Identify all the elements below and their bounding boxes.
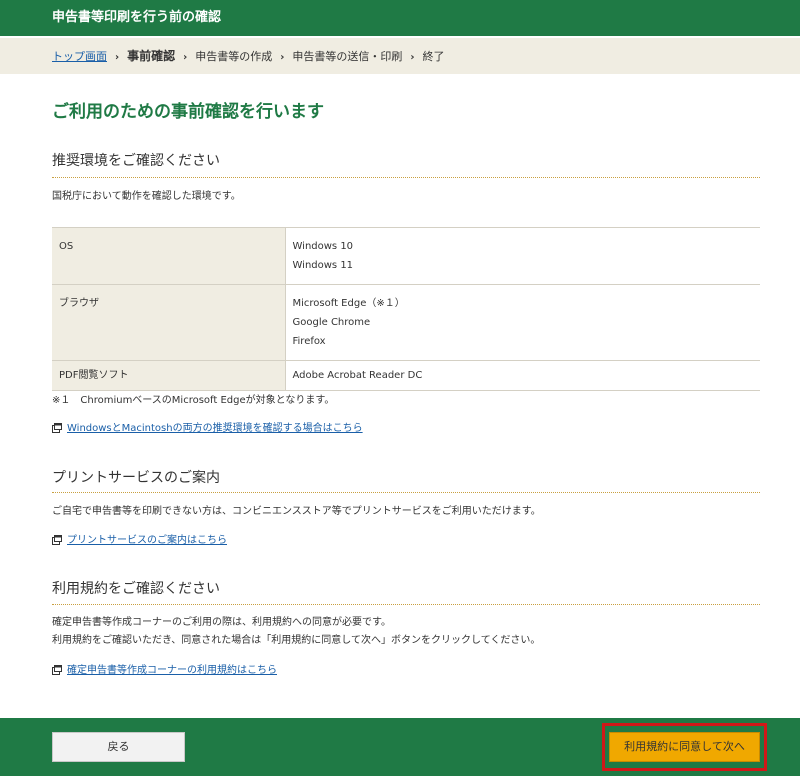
new-window-icon <box>52 535 62 545</box>
env-key-browser: ブラウザ <box>52 284 286 361</box>
page-header-title: 申告書等印刷を行う前の確認 <box>52 10 222 25</box>
breadcrumb: トップ画面 › 事前確認 › 申告書等の作成 › 申告書等の送信・印刷 › 終了 <box>0 38 800 74</box>
terms-link-row: 確定申告書等作成コーナーの利用規約はこちら <box>52 664 277 678</box>
env-intro: 国税庁において動作を確認した環境です。 <box>52 191 241 202</box>
table-row: PDF閲覧ソフト Adobe Acrobat Reader DC <box>52 360 760 391</box>
env-key-pdf: PDF閲覧ソフト <box>52 360 286 391</box>
env-heading: 推奨環境をご確認ください <box>52 153 220 169</box>
header-bar: 申告書等印刷を行う前の確認 <box>0 0 800 36</box>
env-divider <box>52 177 760 178</box>
breadcrumb-step-create: 申告書等の作成 <box>195 50 273 63</box>
agree-next-button[interactable]: 利用規約に同意して次へ <box>609 732 760 762</box>
env-value-line: Firefox <box>292 336 326 347</box>
breadcrumb-separator: › <box>183 52 188 63</box>
terms-heading: 利用規約をご確認ください <box>52 581 220 597</box>
env-value-pdf: Adobe Acrobat Reader DC <box>285 360 760 391</box>
new-window-icon <box>52 665 62 675</box>
env-both-os-link[interactable]: WindowsとMacintoshの両方の推奨環境を確認する場合はこちら <box>67 423 363 434</box>
env-value-line: Microsoft Edge（※１） <box>292 298 405 309</box>
table-row: OS Windows 10 Windows 11 <box>52 227 760 285</box>
footer-bar: 戻る 利用規約に同意して次へ <box>0 718 800 776</box>
env-link-row: WindowsとMacintoshの両方の推奨環境を確認する場合はこちら <box>52 422 363 436</box>
breadcrumb-separator: › <box>115 52 120 63</box>
terms-text-2: 利用規約をご確認いただき、同意された場合は「利用規約に同意して次へ」ボタンをクリ… <box>52 635 541 646</box>
env-value-os: Windows 10 Windows 11 <box>285 227 760 285</box>
print-divider <box>52 492 760 493</box>
print-link-row: プリントサービスのご案内はこちら <box>52 534 227 548</box>
env-footnote: ※１ ChromiumベースのMicrosoft Edgeが対象となります。 <box>52 395 335 406</box>
breadcrumb-step-end: 終了 <box>422 50 445 63</box>
env-value-browser: Microsoft Edge（※１） Google Chrome Firefox <box>285 284 760 361</box>
env-value-line: Google Chrome <box>292 317 371 328</box>
env-value-line: Adobe Acrobat Reader DC <box>292 370 423 381</box>
env-key-os: OS <box>52 227 286 285</box>
env-value-line: Windows 11 <box>292 260 354 271</box>
print-heading: プリントサービスのご案内 <box>52 470 220 486</box>
env-table: OS Windows 10 Windows 11 ブラウザ Microsoft … <box>52 227 760 391</box>
print-service-link[interactable]: プリントサービスのご案内はこちら <box>67 535 227 546</box>
breadcrumb-step-send-print: 申告書等の送信・印刷 <box>292 50 403 63</box>
print-text: ご自宅で申告書等を印刷できない方は、コンビニエンスストア等でプリントサービスをご… <box>52 506 541 517</box>
breadcrumb-top-link[interactable]: トップ画面 <box>52 50 107 63</box>
terms-link[interactable]: 確定申告書等作成コーナーの利用規約はこちら <box>67 665 277 676</box>
env-value-line: Windows 10 <box>292 241 354 252</box>
new-window-icon <box>52 423 62 433</box>
terms-text-1: 確定申告書等作成コーナーのご利用の際は、利用規約への同意が必要です。 <box>52 617 391 628</box>
next-button-highlight: 利用規約に同意して次へ <box>602 723 767 771</box>
breadcrumb-separator: › <box>410 52 415 63</box>
table-row: ブラウザ Microsoft Edge（※１） Google Chrome Fi… <box>52 284 760 361</box>
breadcrumb-current: 事前確認 <box>127 49 176 63</box>
back-button[interactable]: 戻る <box>52 732 185 762</box>
breadcrumb-separator: › <box>280 52 285 63</box>
terms-divider <box>52 604 760 605</box>
page-title: ご利用のための事前確認を行います <box>52 102 324 122</box>
